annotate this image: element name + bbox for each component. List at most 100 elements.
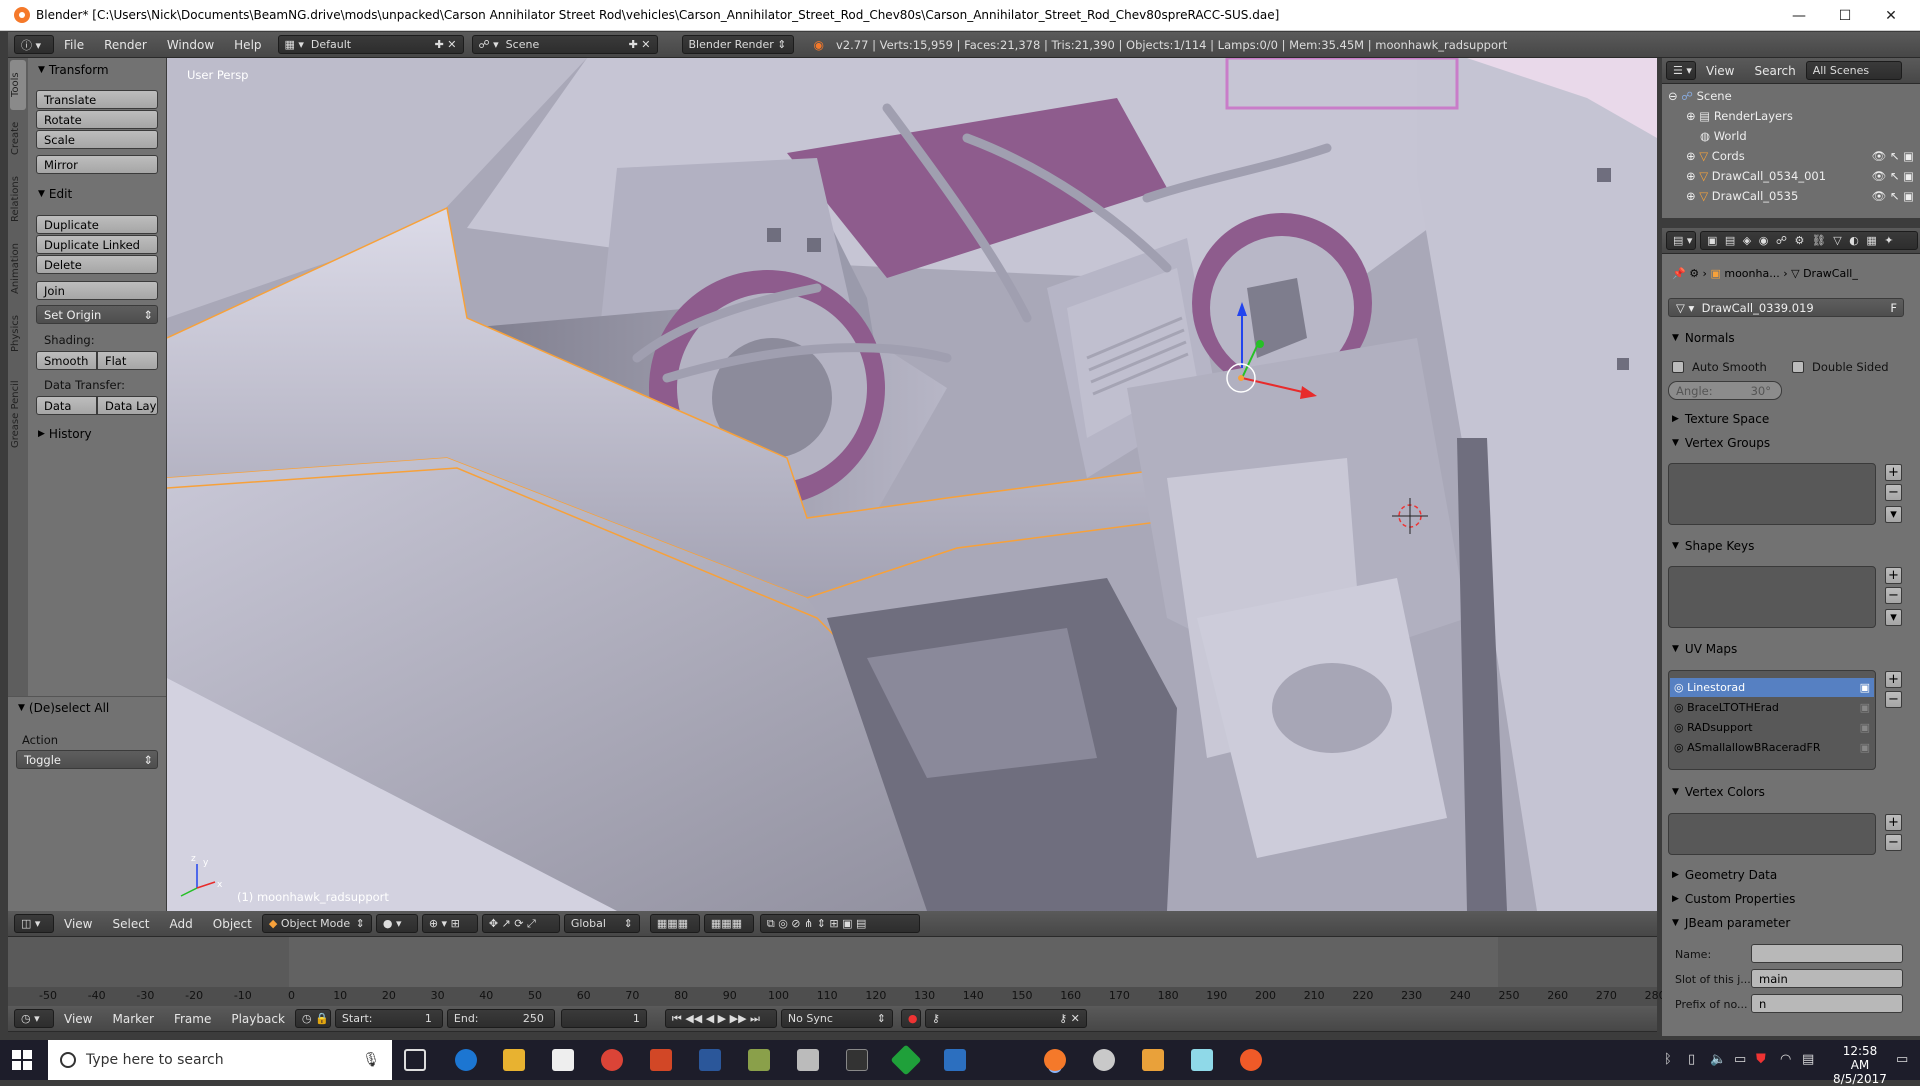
outliner-display-dropdown[interactable]: All Scenes bbox=[1805, 61, 1902, 80]
camera-icon[interactable]: ▣ bbox=[1860, 681, 1870, 694]
set-origin-dropdown[interactable]: Set Origin ⇕ bbox=[36, 305, 158, 324]
outliner-row-drawcall-0534[interactable]: ⊕ ▽ DrawCall_0534_001 👁 ↖ ▣ bbox=[1662, 166, 1920, 186]
edge-browser-icon[interactable] bbox=[455, 1049, 477, 1071]
remove-uv-map-button[interactable]: − bbox=[1885, 691, 1902, 708]
auto-smooth-angle-field[interactable]: Angle: 30° bbox=[1668, 381, 1782, 400]
duplicate-linked-button[interactable]: Duplicate Linked bbox=[36, 235, 158, 254]
windows-start-icon[interactable] bbox=[12, 1050, 32, 1070]
editor-type-button[interactable]: ◫ ▾ bbox=[14, 914, 54, 933]
translate-button[interactable]: Translate bbox=[36, 90, 158, 109]
file-explorer-icon[interactable] bbox=[503, 1049, 525, 1071]
maximize-button[interactable]: ☐ bbox=[1822, 0, 1868, 31]
timeline-menu-frame[interactable]: Frame bbox=[164, 1012, 221, 1026]
menu-view[interactable]: View bbox=[54, 917, 102, 931]
manipulator-toggles[interactable]: ✥ ↗ ⟳ ⤢ bbox=[481, 914, 560, 933]
network-icon[interactable]: ▭ bbox=[1734, 1052, 1746, 1067]
editor-type-button[interactable]: ▤ ▾ bbox=[1666, 231, 1696, 250]
playback-controls[interactable]: ⏮ ◀◀ ◀ ▶ ▶▶ ⏭ bbox=[664, 1009, 777, 1028]
timeline-menu-marker[interactable]: Marker bbox=[102, 1012, 163, 1026]
rotate-button[interactable]: Rotate bbox=[36, 110, 158, 129]
editor-type-button[interactable]: ☰ ▾ bbox=[1666, 61, 1696, 80]
tab-grease-pencil[interactable]: Grease Pencil bbox=[10, 364, 26, 464]
scale-button[interactable]: Scale bbox=[36, 130, 158, 149]
uv-map-item[interactable]: ◎ RADsupport ▣ bbox=[1670, 718, 1874, 737]
word-icon[interactable] bbox=[699, 1049, 721, 1071]
timeline-menu-view[interactable]: View bbox=[54, 1012, 102, 1026]
vertex-colors-panel-header[interactable]: ▼ Vertex Colors bbox=[1672, 783, 1765, 801]
duplicate-button[interactable]: Duplicate bbox=[36, 215, 158, 234]
jbeam-slot-field[interactable]: main bbox=[1751, 969, 1903, 988]
jbeam-prefix-field[interactable]: n bbox=[1751, 994, 1903, 1013]
shape-keys-list[interactable] bbox=[1668, 566, 1876, 628]
auto-smooth-checkbox[interactable]: Auto Smooth bbox=[1672, 360, 1767, 374]
security-icon[interactable]: ⛊ bbox=[1756, 1052, 1766, 1067]
notepad-icon[interactable] bbox=[748, 1049, 770, 1071]
shape-key-specials-button[interactable]: ▾ bbox=[1885, 609, 1902, 626]
keyboard-icon[interactable]: ▤ bbox=[1802, 1052, 1814, 1067]
visibility-icons[interactable]: 👁 ↖ ▣ bbox=[1872, 189, 1914, 203]
camera-icon[interactable]: ▣ bbox=[1860, 701, 1870, 714]
texture-space-panel-header[interactable]: ▶ Texture Space bbox=[1672, 410, 1769, 428]
outliner-row-drawcall-0535[interactable]: ⊕ ▽ DrawCall_0535 👁 ↖ ▣ bbox=[1662, 186, 1920, 206]
outliner-row-world[interactable]: ◍ World bbox=[1662, 126, 1920, 146]
app-icon-1[interactable] bbox=[797, 1049, 819, 1071]
app-icon-8[interactable] bbox=[1240, 1049, 1262, 1071]
jbeam-panel-header[interactable]: ▼ JBeam parameter bbox=[1672, 914, 1790, 932]
current-frame-field[interactable]: 1 bbox=[560, 1009, 647, 1028]
task-view-icon[interactable] bbox=[404, 1049, 426, 1071]
microphone-icon[interactable]: 🎙 bbox=[362, 1052, 380, 1068]
edit-panel-header[interactable]: ▼ Edit bbox=[30, 184, 72, 204]
history-panel-header[interactable]: ▶ History bbox=[30, 424, 92, 444]
taskbar-search-box[interactable]: Type here to search 🎙 bbox=[48, 1040, 392, 1080]
render-engine-dropdown[interactable]: Blender Render ⇕ bbox=[681, 35, 794, 54]
operator-panel-header[interactable]: ▼ (De)select All bbox=[10, 698, 109, 718]
notifications-icon[interactable]: ▭ bbox=[1896, 1052, 1908, 1067]
pin-icon[interactable]: 📌 bbox=[1672, 267, 1689, 280]
tab-create[interactable]: Create bbox=[10, 112, 26, 164]
uv-maps-panel-header[interactable]: ▼ UV Maps bbox=[1672, 640, 1737, 658]
shade-smooth-button[interactable]: Smooth bbox=[36, 351, 97, 370]
menu-select[interactable]: Select bbox=[102, 917, 159, 931]
remove-vertex-color-button[interactable]: − bbox=[1885, 834, 1902, 851]
normals-panel-header[interactable]: ▼ Normals bbox=[1672, 329, 1735, 347]
minimize-button[interactable]: — bbox=[1776, 0, 1822, 31]
mirror-button[interactable]: Mirror bbox=[36, 155, 158, 174]
camera-icon[interactable]: ▣ bbox=[1860, 741, 1870, 754]
mesh-datablock-selector[interactable]: ▽ ▾ DrawCall_0339.019 F bbox=[1668, 298, 1904, 317]
blender-taskbar-icon[interactable] bbox=[1044, 1049, 1066, 1071]
store-icon[interactable] bbox=[552, 1049, 574, 1071]
menu-object[interactable]: Object bbox=[203, 917, 262, 931]
camera-icon[interactable]: ▣ bbox=[1860, 721, 1870, 734]
interaction-mode-dropdown[interactable]: ◆ Object Mode ⇕ bbox=[261, 914, 372, 933]
tab-tools[interactable]: Tools bbox=[10, 60, 26, 110]
add-vertex-group-button[interactable]: + bbox=[1885, 464, 1902, 481]
remove-vertex-group-button[interactable]: − bbox=[1885, 484, 1902, 501]
outliner-menu-search[interactable]: Search bbox=[1744, 64, 1805, 78]
app-icon-7[interactable] bbox=[1191, 1049, 1213, 1071]
app-icon-4[interactable] bbox=[944, 1049, 966, 1071]
viewport-shading-dropdown[interactable]: ● ▾ bbox=[375, 914, 418, 933]
join-button[interactable]: Join bbox=[36, 281, 158, 300]
3d-viewport[interactable]: User Persp (1) moonhawk_radsupport z y x bbox=[167, 58, 1657, 911]
transform-orientation-dropdown[interactable]: Global ⇕ bbox=[563, 914, 640, 933]
editor-type-button[interactable]: ◷ ▾ bbox=[14, 1009, 54, 1028]
delete-button[interactable]: Delete bbox=[36, 255, 158, 274]
layers-grid-2[interactable]: ▦▦▦ bbox=[703, 914, 754, 933]
app-icon-6[interactable] bbox=[1142, 1049, 1164, 1071]
action-dropdown[interactable]: Toggle ⇕ bbox=[16, 750, 158, 769]
vertex-colors-list[interactable] bbox=[1668, 813, 1876, 855]
vertex-group-specials-button[interactable]: ▾ bbox=[1885, 506, 1902, 523]
outliner-row-cords[interactable]: ⊕ ▽ Cords 👁 ↖ ▣ bbox=[1662, 146, 1920, 166]
add-shape-key-button[interactable]: + bbox=[1885, 567, 1902, 584]
visibility-icons[interactable]: 👁 ↖ ▣ bbox=[1872, 149, 1914, 163]
jbeam-name-field[interactable] bbox=[1751, 944, 1903, 963]
app-icon-2[interactable] bbox=[846, 1049, 868, 1071]
uv-map-item[interactable]: ◎ ASmallallowBRaceradFR ▣ bbox=[1670, 738, 1874, 757]
preview-range-toggle[interactable]: ◷ 🔒 bbox=[294, 1009, 331, 1028]
uv-map-item[interactable]: ◎ BraceLTOTHErad ▣ bbox=[1670, 698, 1874, 717]
custom-properties-panel-header[interactable]: ▶ Custom Properties bbox=[1672, 890, 1795, 908]
start-frame-field[interactable]: Start: 1 bbox=[334, 1009, 443, 1028]
data-transfer-button[interactable]: Data bbox=[36, 396, 97, 415]
shape-keys-panel-header[interactable]: ▼ Shape Keys bbox=[1672, 537, 1754, 555]
vertex-groups-list[interactable] bbox=[1668, 463, 1876, 525]
